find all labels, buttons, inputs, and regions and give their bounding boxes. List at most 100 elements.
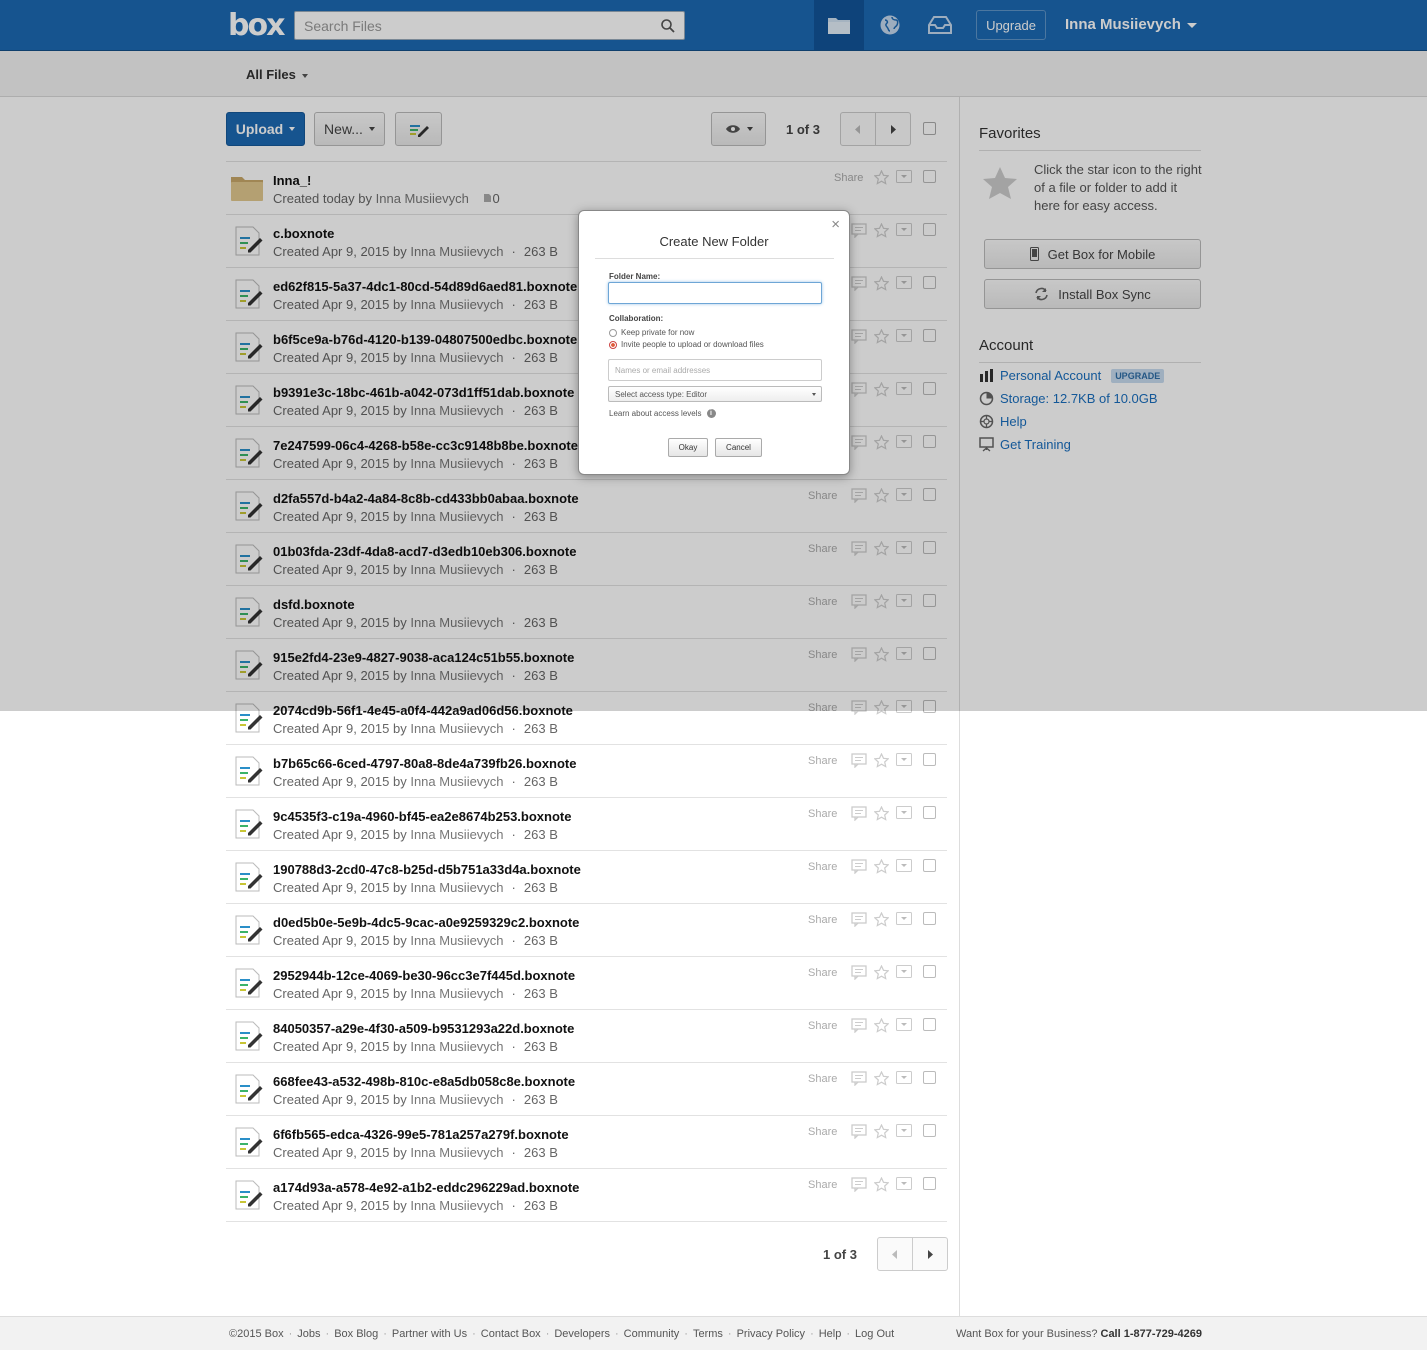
boxnote-icon[interactable] xyxy=(233,967,264,999)
star-icon[interactable] xyxy=(873,858,890,879)
boxnote-icon[interactable] xyxy=(233,1179,264,1211)
share-link[interactable]: Share xyxy=(808,1126,837,1138)
comment-icon[interactable] xyxy=(851,965,867,985)
share-link[interactable]: Share xyxy=(808,914,837,926)
star-icon[interactable] xyxy=(873,964,890,985)
row-checkbox[interactable] xyxy=(923,753,936,766)
info-icon[interactable]: i xyxy=(706,409,716,418)
more-options-icon[interactable] xyxy=(896,859,912,877)
file-name-link[interactable]: 84050357-a29e-4f30-a509-b9531293a22d.box… xyxy=(273,1021,574,1036)
file-name-link[interactable]: a174d93a-a578-4e92-a1b2-eddc296229ad.box… xyxy=(273,1180,579,1195)
comment-icon[interactable] xyxy=(851,1177,867,1197)
star-icon[interactable] xyxy=(873,1070,890,1091)
created-text: Created Apr 9, 2015 by xyxy=(273,1039,407,1054)
comment-icon[interactable] xyxy=(851,1124,867,1144)
footer-link[interactable]: Log Out xyxy=(855,1328,894,1340)
row-checkbox[interactable] xyxy=(923,1018,936,1031)
invite-names-input[interactable] xyxy=(608,359,822,381)
file-name-link[interactable]: 9c4535f3-c19a-4960-bf45-ea2e8674b253.box… xyxy=(273,809,571,824)
star-icon[interactable] xyxy=(873,1123,890,1144)
footer-link[interactable]: Developers xyxy=(554,1328,610,1340)
file-meta: Created Apr 9, 2015 by Inna Musiievych · 2… xyxy=(273,827,558,842)
comment-icon[interactable] xyxy=(851,1071,867,1091)
share-link[interactable]: Share xyxy=(808,755,837,767)
footer-link[interactable]: Community xyxy=(624,1328,680,1340)
boxnote-icon[interactable] xyxy=(233,755,264,787)
radio-invite-people[interactable]: Invite people to upload or download file… xyxy=(609,340,764,349)
footer-link[interactable]: Contact Box xyxy=(481,1328,541,1340)
file-name-link[interactable]: d0ed5b0e-5e9b-4dc5-9cac-a0e9259329c2.box… xyxy=(273,915,579,930)
row-checkbox[interactable] xyxy=(923,1124,936,1137)
footer-link[interactable]: Help xyxy=(819,1328,842,1340)
okay-button[interactable]: Okay xyxy=(668,438,708,457)
row-checkbox[interactable] xyxy=(923,1071,936,1084)
footer-link[interactable]: Box Blog xyxy=(334,1328,378,1340)
author-name: Inna Musiievych xyxy=(410,721,504,736)
comment-icon[interactable] xyxy=(851,753,867,773)
share-link[interactable]: Share xyxy=(808,808,837,820)
share-link[interactable]: Share xyxy=(808,1020,837,1032)
footer-link[interactable]: Terms xyxy=(693,1328,723,1340)
access-type-select[interactable]: Select access type: Editor xyxy=(608,386,822,402)
boxnote-icon[interactable] xyxy=(233,1126,264,1158)
more-options-icon[interactable] xyxy=(896,753,912,771)
file-name-link[interactable]: 668fee43-a532-498b-810c-e8a5db058c8e.box… xyxy=(273,1074,575,1089)
boxnote-icon[interactable] xyxy=(233,861,264,893)
file-row[interactable]: 9c4535f3-c19a-4960-bf45-ea2e8674b253.box… xyxy=(226,798,947,851)
row-checkbox[interactable] xyxy=(923,806,936,819)
comment-icon[interactable] xyxy=(851,1018,867,1038)
share-link[interactable]: Share xyxy=(808,967,837,979)
share-link[interactable]: Share xyxy=(808,1179,837,1191)
file-name-link[interactable]: 6f6fb565-edca-4326-99e5-781a257a279f.box… xyxy=(273,1127,569,1142)
star-icon[interactable] xyxy=(873,752,890,773)
radio-button[interactable] xyxy=(609,328,617,337)
star-icon[interactable] xyxy=(873,911,890,932)
more-options-icon[interactable] xyxy=(896,806,912,824)
radio-button-selected[interactable] xyxy=(609,340,617,349)
more-options-icon[interactable] xyxy=(896,912,912,930)
more-options-icon[interactable] xyxy=(896,1177,912,1195)
star-icon[interactable] xyxy=(873,1017,890,1038)
prev-page-button-bottom[interactable] xyxy=(877,1237,913,1271)
row-checkbox[interactable] xyxy=(923,965,936,978)
file-row[interactable]: a174d93a-a578-4e92-a1b2-eddc296229ad.box… xyxy=(226,1169,947,1222)
row-checkbox[interactable] xyxy=(923,912,936,925)
comment-icon[interactable] xyxy=(851,912,867,932)
footer-link[interactable]: Partner with Us xyxy=(392,1328,467,1340)
more-options-icon[interactable] xyxy=(896,1124,912,1142)
footer-link[interactable]: Privacy Policy xyxy=(737,1328,805,1340)
author-name: Inna Musiievych xyxy=(410,774,504,789)
next-page-button-bottom[interactable] xyxy=(912,1237,948,1271)
file-name-link[interactable]: b7b65c66-6ced-4797-80a8-8de4a739fb26.box… xyxy=(273,756,577,771)
radio-keep-private[interactable]: Keep private for now xyxy=(609,328,694,337)
boxnote-icon[interactable] xyxy=(233,808,264,840)
star-icon[interactable] xyxy=(873,1176,890,1197)
file-row[interactable]: 190788d3-2cd0-47c8-b25d-d5b751a33d4a.box… xyxy=(226,851,947,904)
folder-name-input[interactable] xyxy=(608,282,822,304)
row-checkbox[interactable] xyxy=(923,859,936,872)
cancel-button[interactable]: Cancel xyxy=(715,438,762,457)
star-icon[interactable] xyxy=(873,805,890,826)
file-name-link[interactable]: 190788d3-2cd0-47c8-b25d-d5b751a33d4a.box… xyxy=(273,862,581,877)
share-link[interactable]: Share xyxy=(808,861,837,873)
comment-icon[interactable] xyxy=(851,859,867,879)
file-row[interactable]: 2952944b-12ce-4069-be30-96cc3e7f445d.box… xyxy=(226,957,947,1010)
footer-link[interactable]: Jobs xyxy=(297,1328,320,1340)
file-row[interactable]: b7b65c66-6ced-4797-80a8-8de4a739fb26.box… xyxy=(226,745,947,798)
file-row[interactable]: 668fee43-a532-498b-810c-e8a5db058c8e.box… xyxy=(226,1063,947,1116)
close-icon[interactable]: × xyxy=(831,216,840,233)
more-options-icon[interactable] xyxy=(896,965,912,983)
boxnote-icon[interactable] xyxy=(233,1020,264,1052)
file-row[interactable]: 84050357-a29e-4f30-a509-b9531293a22d.box… xyxy=(226,1010,947,1063)
file-name-link[interactable]: 2952944b-12ce-4069-be30-96cc3e7f445d.box… xyxy=(273,968,575,983)
learn-access-levels-link[interactable]: Learn about access levels i xyxy=(609,409,716,418)
boxnote-icon[interactable] xyxy=(233,1073,264,1105)
file-row[interactable]: 6f6fb565-edca-4326-99e5-781a257a279f.box… xyxy=(226,1116,947,1169)
boxnote-icon[interactable] xyxy=(233,914,264,946)
more-options-icon[interactable] xyxy=(896,1018,912,1036)
file-row[interactable]: d0ed5b0e-5e9b-4dc5-9cac-a0e9259329c2.box… xyxy=(226,904,947,957)
comment-icon[interactable] xyxy=(851,806,867,826)
row-checkbox[interactable] xyxy=(923,1177,936,1190)
share-link[interactable]: Share xyxy=(808,1073,837,1085)
more-options-icon[interactable] xyxy=(896,1071,912,1089)
